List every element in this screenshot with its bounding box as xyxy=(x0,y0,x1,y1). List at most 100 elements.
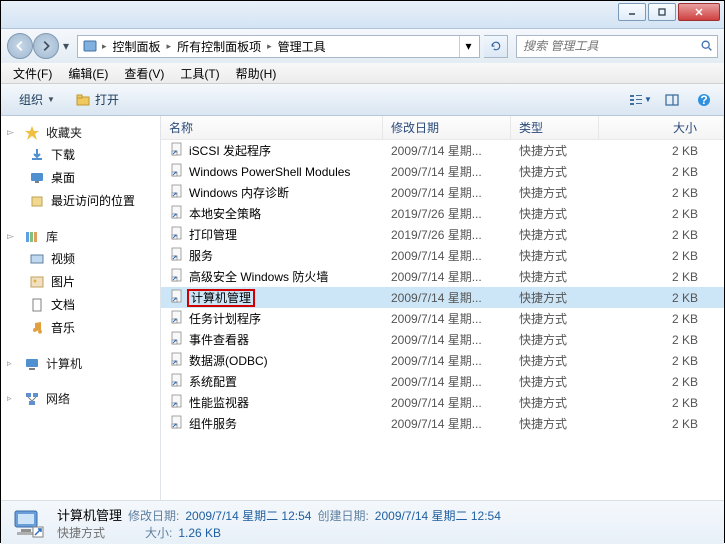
shortcut-icon xyxy=(169,246,185,265)
file-row[interactable]: iSCSI 发起程序2009/7/14 星期...快捷方式2 KB xyxy=(161,140,724,161)
search-box[interactable] xyxy=(516,35,718,58)
file-size: 2 KB xyxy=(599,228,724,242)
file-name: 服务 xyxy=(189,247,213,264)
column-type[interactable]: 类型 xyxy=(511,116,599,139)
tree-header-libraries[interactable]: ▻ 库 xyxy=(1,226,160,247)
file-size: 2 KB xyxy=(599,291,724,305)
tree-header-network[interactable]: ▹ 网络 xyxy=(1,388,160,409)
file-type: 快捷方式 xyxy=(511,205,599,222)
file-size: 2 KB xyxy=(599,165,724,179)
chevron-right-icon[interactable]: ▸ xyxy=(100,41,109,52)
tree-header-favorites[interactable]: ▻ 收藏夹 xyxy=(1,122,160,143)
file-row[interactable]: Windows PowerShell Modules 2009/7/14 星期..… xyxy=(161,161,724,182)
file-type: 快捷方式 xyxy=(511,415,599,432)
file-row[interactable]: 组件服务2009/7/14 星期...快捷方式2 KB xyxy=(161,413,724,434)
tree-header-computer[interactable]: ▹ 计算机 xyxy=(1,353,160,374)
file-name: iSCSI 发起程序 xyxy=(189,142,271,159)
menu-tools[interactable]: 工具(T) xyxy=(172,63,227,84)
column-name[interactable]: 名称 xyxy=(161,116,383,139)
file-name: 事件查看器 xyxy=(189,331,249,348)
shortcut-icon xyxy=(169,330,185,349)
file-date: 2009/7/14 星期... xyxy=(383,247,511,264)
file-name: Windows 内存诊断 xyxy=(189,184,289,201)
tree-item-downloads[interactable]: 下载 xyxy=(1,143,160,166)
open-icon xyxy=(75,92,91,108)
column-date[interactable]: 修改日期 xyxy=(383,116,511,139)
shortcut-icon xyxy=(169,267,185,286)
details-filename: 计算机管理 xyxy=(57,505,122,524)
file-row[interactable]: 事件查看器 2009/7/14 星期...快捷方式2 KB xyxy=(161,329,724,350)
details-modified-label: 修改日期: xyxy=(128,507,179,524)
document-icon xyxy=(29,297,45,313)
menu-view[interactable]: 查看(V) xyxy=(116,63,172,84)
chevron-right-icon[interactable]: ▸ xyxy=(165,41,174,52)
file-name: 性能监视器 xyxy=(189,394,249,411)
nav-history-group: ▾ xyxy=(7,33,73,59)
breadcrumb-part[interactable]: 所有控制面板项 xyxy=(173,38,265,55)
address-bar[interactable]: ▸ 控制面板 ▸ 所有控制面板项 ▸ 管理工具 ▾ xyxy=(77,35,480,58)
tree-item-videos[interactable]: 视频 xyxy=(1,247,160,270)
breadcrumb-part[interactable]: 管理工具 xyxy=(274,38,330,55)
maximize-button[interactable] xyxy=(648,3,676,21)
tree-item-music[interactable]: 音乐 xyxy=(1,316,160,339)
file-row[interactable]: 任务计划程序2009/7/14 星期...快捷方式2 KB xyxy=(161,308,724,329)
file-date: 2009/7/14 星期... xyxy=(383,163,511,180)
expand-icon[interactable]: ▹ xyxy=(7,358,18,369)
back-button[interactable] xyxy=(7,33,33,59)
organize-button[interactable]: 组织▼ xyxy=(9,87,65,112)
file-type: 快捷方式 xyxy=(511,268,599,285)
details-created-value: 2009/7/14 星期二 12:54 xyxy=(375,507,501,524)
close-button[interactable] xyxy=(678,3,720,21)
help-button[interactable]: ? xyxy=(692,88,716,112)
navigation-pane: ▻ 收藏夹 下载 桌面 最近访问的位置 ▻ 库 视频 图片 文档 音乐 ▹ 计算… xyxy=(1,116,161,500)
address-dropdown[interactable]: ▾ xyxy=(459,36,477,57)
file-row[interactable]: 高级安全 Windows 防火墙2009/7/14 星期...快捷方式2 KB xyxy=(161,266,724,287)
recent-icon xyxy=(29,193,45,209)
file-row[interactable]: 数据源(ODBC)2009/7/14 星期...快捷方式2 KB xyxy=(161,350,724,371)
chevron-right-icon[interactable]: ▸ xyxy=(265,41,274,52)
file-date: 2009/7/14 星期... xyxy=(383,394,511,411)
menu-help[interactable]: 帮助(H) xyxy=(228,63,285,84)
file-type: 快捷方式 xyxy=(511,331,599,348)
menu-edit[interactable]: 编辑(E) xyxy=(60,63,116,84)
tree-item-pictures[interactable]: 图片 xyxy=(1,270,160,293)
minimize-button[interactable] xyxy=(618,3,646,21)
file-date: 2009/7/14 星期... xyxy=(383,331,511,348)
file-name: Windows PowerShell Modules xyxy=(189,165,350,179)
breadcrumb-part[interactable]: 控制面板 xyxy=(109,38,165,55)
history-dropdown[interactable]: ▾ xyxy=(59,33,73,59)
file-row[interactable]: 系统配置2009/7/14 星期...快捷方式2 KB xyxy=(161,371,724,392)
file-row[interactable]: 服务2009/7/14 星期...快捷方式2 KB xyxy=(161,245,724,266)
file-type: 快捷方式 xyxy=(511,352,599,369)
file-row[interactable]: 本地安全策略2019/7/26 星期...快捷方式2 KB xyxy=(161,203,724,224)
search-input[interactable] xyxy=(517,39,697,53)
collapse-icon[interactable]: ▻ xyxy=(7,231,18,242)
collapse-icon[interactable]: ▻ xyxy=(7,127,18,138)
open-button[interactable]: 打开 xyxy=(65,87,129,112)
menu-file[interactable]: 文件(F) xyxy=(5,63,60,84)
expand-icon[interactable]: ▹ xyxy=(7,393,18,404)
view-options-button[interactable]: ▼ xyxy=(628,88,652,112)
details-size-value: 1.26 KB xyxy=(178,526,221,540)
file-name: 任务计划程序 xyxy=(189,310,261,327)
shortcut-icon xyxy=(169,372,185,391)
file-row[interactable]: Windows 内存诊断2009/7/14 星期...快捷方式2 KB xyxy=(161,182,724,203)
preview-pane-button[interactable] xyxy=(660,88,684,112)
tree-item-recent[interactable]: 最近访问的位置 xyxy=(1,189,160,212)
column-size[interactable]: 大小 xyxy=(599,116,724,139)
file-row[interactable]: 性能监视器2009/7/14 星期...快捷方式2 KB xyxy=(161,392,724,413)
file-size: 2 KB xyxy=(599,333,724,347)
tree-item-desktop[interactable]: 桌面 xyxy=(1,166,160,189)
forward-button[interactable] xyxy=(33,33,59,59)
svg-text:?: ? xyxy=(700,93,707,107)
search-icon[interactable] xyxy=(697,39,717,53)
file-row[interactable]: 计算机管理2009/7/14 星期...快捷方式2 KB xyxy=(161,287,724,308)
refresh-button[interactable] xyxy=(484,35,508,58)
file-row[interactable]: 打印管理2019/7/26 星期...快捷方式2 KB xyxy=(161,224,724,245)
file-list[interactable]: iSCSI 发起程序2009/7/14 星期...快捷方式2 KBWindows… xyxy=(161,140,724,500)
tree-item-documents[interactable]: 文档 xyxy=(1,293,160,316)
details-modified-value: 2009/7/14 星期二 12:54 xyxy=(185,507,311,524)
picture-icon xyxy=(29,274,45,290)
tree-computer: ▹ 计算机 xyxy=(1,353,160,374)
details-filetype: 快捷方式 xyxy=(57,524,105,541)
